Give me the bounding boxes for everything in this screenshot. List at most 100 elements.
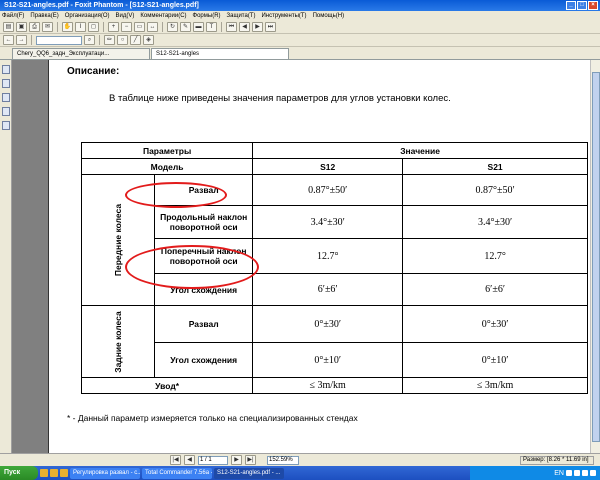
menu-bar: Файл(F) Правка(E) Организация(O) Вид(V) … xyxy=(0,11,600,21)
table-model-row: Модель S12 S21 xyxy=(80,158,588,175)
last-page-icon[interactable]: ▶| xyxy=(245,455,256,465)
layers-icon[interactable] xyxy=(2,93,10,102)
snapshot-icon[interactable]: ◻ xyxy=(88,22,99,32)
fit-width-icon[interactable]: ↔ xyxy=(147,22,158,32)
back-icon[interactable]: ← xyxy=(3,35,14,45)
rear-wheels-group: Задние колеса xyxy=(80,305,156,378)
typewriter-icon[interactable]: T xyxy=(206,22,217,32)
first-page-icon[interactable]: |◀ xyxy=(170,455,181,465)
task-foxit[interactable]: S12-S21-angles.pdf - ... xyxy=(214,467,284,479)
toolbar-separator xyxy=(221,22,222,32)
row-label: Угол схождения xyxy=(154,342,254,378)
menu-protect[interactable]: Защита(T) xyxy=(227,13,256,19)
email-icon[interactable]: ✉ xyxy=(42,22,53,32)
start-button[interactable]: Пуск xyxy=(0,466,38,480)
zoom-out-icon[interactable]: − xyxy=(121,22,132,32)
toolbar-separator xyxy=(57,22,58,32)
menu-comments[interactable]: Комментарии(C) xyxy=(140,13,186,19)
row-value-s21: 0°±10′ xyxy=(402,342,588,378)
toolbar-separator xyxy=(103,22,104,32)
tray-icon[interactable] xyxy=(566,470,572,476)
row-value-s12: 0.87°±50′ xyxy=(252,174,404,206)
document-viewport[interactable]: Описание: В таблице ниже приведены значе… xyxy=(12,60,590,453)
menu-tools[interactable]: Инструменты(T) xyxy=(261,13,306,19)
save-icon[interactable]: ▣ xyxy=(16,22,27,32)
tray-icon[interactable] xyxy=(574,470,580,476)
pdf-page: Описание: В таблице ниже приведены значе… xyxy=(48,60,590,453)
document-tabs: Chery_QQ6_задн_Эксплуатаци... S12-S21-an… xyxy=(0,47,600,60)
search-icon[interactable]: ⌕ xyxy=(84,35,95,45)
forward-icon[interactable]: → xyxy=(16,35,27,45)
next-page-icon[interactable]: ▶ xyxy=(252,22,263,32)
note-icon[interactable]: ✎ xyxy=(180,22,191,32)
scrollbar-thumb[interactable] xyxy=(592,72,600,442)
last-page-icon[interactable]: ⏭ xyxy=(265,22,276,32)
table-row: Угол схождения 0°±10′ 0°±10′ xyxy=(82,342,588,378)
comments-icon[interactable] xyxy=(2,107,10,116)
row-label: Развал xyxy=(154,305,254,343)
menu-file[interactable]: Файл(F) xyxy=(2,13,24,19)
quicklaunch-icon[interactable] xyxy=(40,469,48,477)
page-number-input[interactable]: 1 / 1 xyxy=(198,455,228,465)
toolbar-separator xyxy=(99,35,100,45)
minimize-button[interactable]: _ xyxy=(566,1,576,10)
hand-tool-icon[interactable]: ✋ xyxy=(62,22,73,32)
window-titlebar: S12-S21-angles.pdf - Foxit Phantom - [S1… xyxy=(0,0,600,11)
open-icon[interactable]: ▤ xyxy=(3,22,14,32)
system-tray: EN xyxy=(470,466,600,480)
front-wheels-label: Передние колеса xyxy=(113,203,124,277)
window-title: S12-S21-angles.pdf - Foxit Phantom - [S1… xyxy=(4,2,199,9)
print-icon[interactable]: ⎙ xyxy=(29,22,40,32)
search-input[interactable] xyxy=(36,35,82,45)
menu-organize[interactable]: Организация(O) xyxy=(65,13,110,19)
menu-help[interactable]: Помощь(H) xyxy=(313,13,345,19)
tray-icon[interactable] xyxy=(582,470,588,476)
fit-page-icon[interactable]: ▭ xyxy=(134,22,145,32)
pen-icon[interactable]: ✏ xyxy=(104,35,115,45)
tray-icon[interactable] xyxy=(590,470,596,476)
shape-icon[interactable]: ○ xyxy=(117,35,128,45)
zoom-in-icon[interactable]: + xyxy=(108,22,119,32)
menu-forms[interactable]: Формы(R) xyxy=(193,13,221,19)
prev-page-icon[interactable]: ◀ xyxy=(184,455,195,465)
model-label: Модель xyxy=(80,158,254,175)
annotation-ring xyxy=(125,182,227,208)
highlight-icon[interactable]: ▬ xyxy=(193,22,204,32)
stamp-icon[interactable]: ◈ xyxy=(143,35,154,45)
row-value-s21: 3.4°±30′ xyxy=(402,205,588,239)
prev-page-icon[interactable]: ◀ xyxy=(239,22,250,32)
select-text-icon[interactable]: I xyxy=(75,22,86,32)
row-label: Продольный наклон поворотной оси xyxy=(154,205,254,239)
main-toolbar: ▤ ▣ ⎙ ✉ ✋ I ◻ + − ▭ ↔ ↻ ✎ ▬ T ⏮ ◀ ▶ ⏭ xyxy=(0,21,600,34)
description-heading: Описание: xyxy=(67,66,120,77)
header-params: Параметры xyxy=(80,142,254,159)
toolbar-separator xyxy=(31,35,32,45)
close-button[interactable]: × xyxy=(588,1,598,10)
menu-edit[interactable]: Правка(E) xyxy=(30,13,58,19)
table-row: Продольный наклон поворотной оси 3.4°±30… xyxy=(82,205,588,239)
table-row: Увод* ≤ 3m/km ≤ 3m/km xyxy=(80,377,588,394)
task-browser[interactable]: Регулировка развал - с... xyxy=(70,467,140,479)
row-value-s21: 6′±6′ xyxy=(402,273,588,306)
zoom-level[interactable]: 152.59% xyxy=(267,455,299,465)
attachments-icon[interactable] xyxy=(2,121,10,130)
footnote: * - Данный параметр измеряется только на… xyxy=(67,413,358,423)
language-indicator[interactable]: EN xyxy=(554,470,564,477)
pages-icon[interactable] xyxy=(2,65,10,74)
menu-view[interactable]: Вид(V) xyxy=(116,13,135,19)
tab-chery-qq6[interactable]: Chery_QQ6_задн_Эксплуатаци... xyxy=(12,48,150,59)
task-total-commander[interactable]: Total Commander 7.56a - ... xyxy=(142,467,212,479)
next-page-icon[interactable]: ▶ xyxy=(231,455,242,465)
first-page-icon[interactable]: ⏮ xyxy=(226,22,237,32)
quicklaunch-icon[interactable] xyxy=(60,469,68,477)
maximize-button[interactable]: □ xyxy=(577,1,587,10)
page-size: Размер: [8.26 * 11.69 in] xyxy=(520,456,594,465)
status-bar: |◀ ◀ 1 / 1 ▶ ▶| 152.59% Размер: [8.26 * … xyxy=(0,453,600,466)
bookmarks-icon[interactable] xyxy=(2,79,10,88)
vertical-scrollbar[interactable] xyxy=(590,60,600,453)
rotate-icon[interactable]: ↻ xyxy=(167,22,178,32)
line-icon[interactable]: ╱ xyxy=(130,35,141,45)
quicklaunch-icon[interactable] xyxy=(50,469,58,477)
tab-s12-s21-angles[interactable]: S12-S21-angles xyxy=(151,48,289,59)
model-s12: S12 xyxy=(252,158,404,175)
